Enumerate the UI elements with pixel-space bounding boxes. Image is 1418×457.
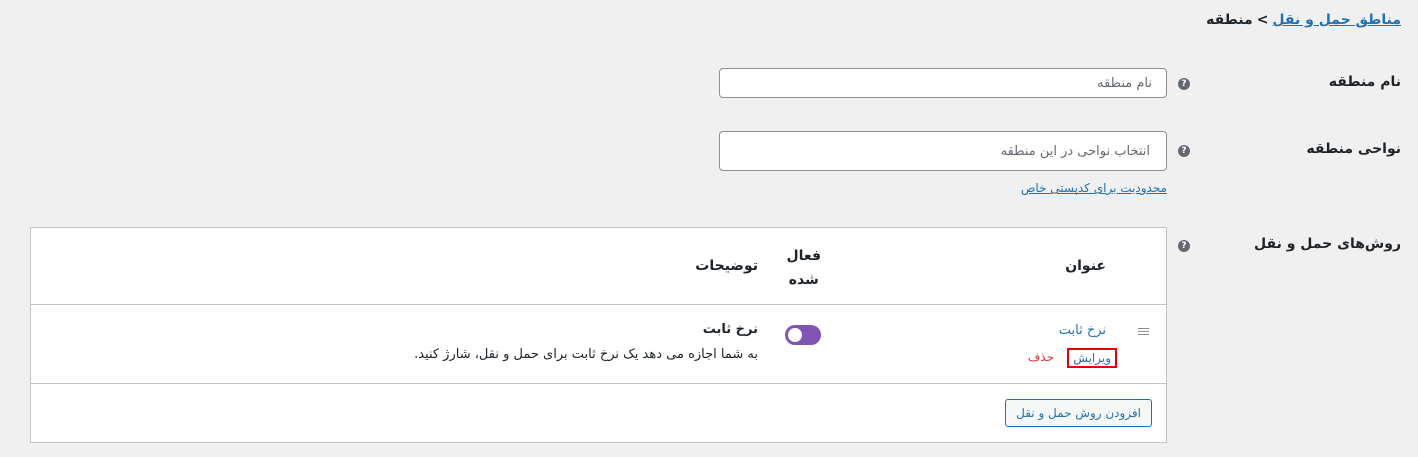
zone-name-help-icon[interactable]: ?	[1178, 78, 1190, 90]
column-header-title: عنوان	[1065, 258, 1106, 274]
drag-handle-icon[interactable]	[1138, 328, 1149, 337]
add-shipping-method-button[interactable]: افزودن روش حمل و نقل	[1005, 399, 1152, 427]
column-header-enabled-line1: فعال	[786, 248, 821, 264]
zone-regions-placeholder: انتخاب نواحی در این منطقه	[1000, 143, 1150, 159]
method-description-text: به شما اجازه می دهد یک نرخ ثابت برای حمل…	[414, 347, 758, 362]
row-divider	[31, 383, 1166, 384]
breadcrumb-shipping-zones-link[interactable]: مناطق حمل و نقل	[1272, 12, 1401, 28]
zone-name-input[interactable]: نام منطقه	[719, 68, 1167, 98]
method-delete-link[interactable]: حذف	[1028, 350, 1054, 364]
shipping-methods-label: روش‌های حمل و نقل	[1254, 236, 1401, 252]
method-enabled-toggle[interactable]	[785, 325, 821, 345]
zone-regions-label: نواحی منطقه	[1306, 141, 1401, 157]
shipping-methods-help-icon[interactable]: ?	[1178, 240, 1190, 252]
breadcrumb: مناطق حمل و نقل>منطقه	[1206, 12, 1401, 28]
zone-regions-select[interactable]: انتخاب نواحی در این منطقه	[719, 131, 1167, 171]
method-title-link[interactable]: نرخ ثابت	[1059, 323, 1106, 338]
method-edit-link[interactable]: ویرایش	[1067, 348, 1117, 368]
breadcrumb-current: منطقه	[1206, 12, 1253, 28]
header-divider	[31, 304, 1166, 305]
column-header-enabled: فعال شده	[787, 244, 821, 292]
column-header-enabled-line2: شده	[788, 272, 819, 288]
zone-name-placeholder: نام منطقه	[1097, 75, 1152, 91]
zone-name-label: نام منطقه	[1328, 74, 1401, 90]
breadcrumb-separator: >	[1256, 12, 1269, 28]
method-description-title: نرخ ثابت	[702, 322, 758, 337]
column-header-description: توضیحات	[695, 258, 758, 274]
limit-postcodes-link[interactable]: محدودیت برای کدپستی خاص	[1021, 181, 1167, 195]
zone-regions-help-icon[interactable]: ?	[1178, 145, 1190, 157]
shipping-methods-table: عنوان فعال شده توضیحات نرخ ثابت ویرایش ح…	[30, 227, 1167, 443]
toggle-knob	[788, 328, 802, 342]
